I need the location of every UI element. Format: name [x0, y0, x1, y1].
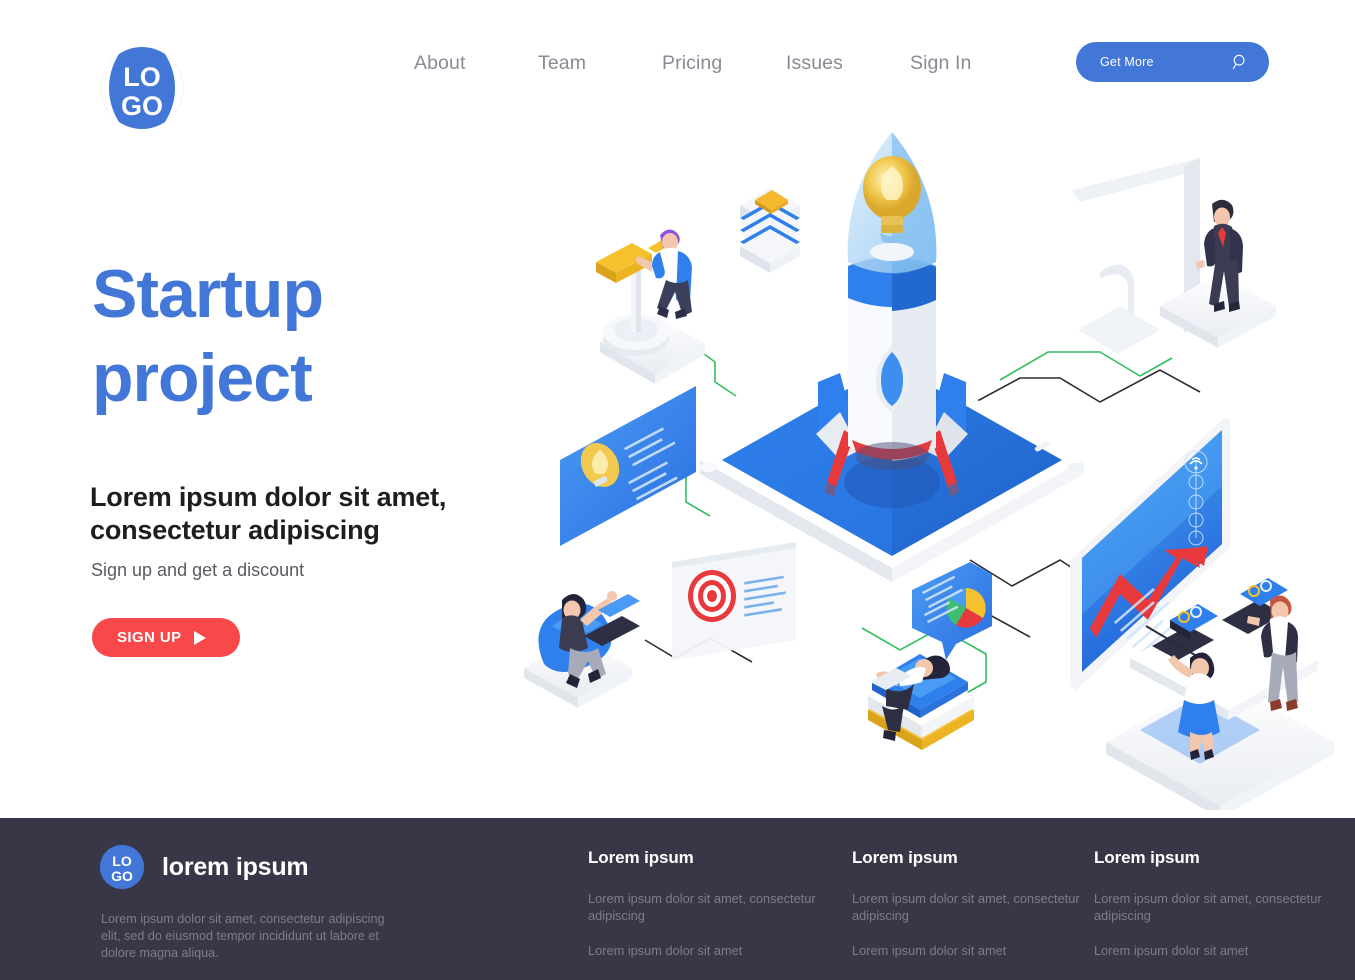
footer-column-2-title: Lorem ipsum	[852, 848, 958, 867]
rocket-with-lightbulb	[816, 132, 968, 508]
isometric-scene-svg	[524, 132, 1334, 810]
footer-brand-name: lorem ipsum	[162, 852, 309, 881]
stacked-layers-block	[740, 188, 800, 273]
hero-illustration	[500, 130, 1355, 810]
sign-up-button[interactable]: SIGN UP	[92, 618, 240, 657]
target-dartboard-card	[672, 542, 796, 660]
nav-item-sign-in[interactable]: Sign In	[910, 48, 1034, 79]
logo[interactable]: LO GO	[98, 44, 186, 132]
nav-item-issues[interactable]: Issues	[786, 48, 910, 79]
page-title-line2: project	[92, 340, 313, 416]
nav-item-pricing[interactable]: Pricing	[662, 48, 786, 79]
site-footer: LO GO lorem ipsum Lorem ipsum dolor sit …	[0, 818, 1355, 980]
footer-brand[interactable]: LO GO lorem ipsum	[100, 845, 309, 889]
footer-column-3-title: Lorem ipsum	[1094, 848, 1200, 867]
footer-column-1-link-1[interactable]: Lorem ipsum dolor sit amet, consectetur …	[588, 890, 838, 924]
get-more-button[interactable]: Get More	[1076, 42, 1269, 82]
footer-column-1: Lorem ipsum Lorem ipsum dolor sit amet, …	[588, 848, 838, 959]
lightbulb-info-card	[560, 386, 696, 546]
svg-text:LO: LO	[123, 62, 161, 92]
footer-column-3-link-2[interactable]: Lorem ipsum dolor sit amet	[1094, 942, 1344, 959]
logo-mark-icon: LO GO	[100, 47, 184, 129]
hero-note: Sign up and get a discount	[91, 560, 305, 580]
site-header: LO GO About Team Pricing Issues Sign In …	[0, 0, 1355, 150]
sign-up-label: SIGN UP	[117, 629, 182, 646]
footer-logo-line2: GO	[111, 868, 133, 884]
footer-column-3: Lorem ipsum Lorem ipsum dolor sit amet, …	[1094, 848, 1344, 959]
hero-subtitle-line1: Lorem ipsum dolor sit amet,	[90, 482, 447, 512]
hero-subtitle: Lorem ipsum dolor sit amet, consectetur …	[90, 481, 520, 547]
search-icon	[1232, 54, 1245, 70]
footer-column-2-link-2[interactable]: Lorem ipsum dolor sit amet	[852, 942, 1102, 959]
nav-item-about[interactable]: About	[414, 48, 538, 79]
get-more-label: Get More	[1100, 55, 1154, 69]
footer-column-2: Lorem ipsum Lorem ipsum dolor sit amet, …	[852, 848, 1102, 959]
person-in-beanbag-with-laptop	[524, 591, 640, 708]
footer-logo-line1: LO	[112, 853, 132, 869]
play-triangle-icon	[194, 630, 207, 645]
hero-subtitle-line2: consectetur adipiscing	[90, 515, 380, 545]
footer-logo-icon: LO GO	[100, 845, 144, 889]
nav-item-team[interactable]: Team	[538, 48, 662, 79]
footer-logo-mark: LO GO	[100, 845, 144, 889]
footer-column-1-link-2[interactable]: Lorem ipsum dolor sit amet	[588, 942, 838, 959]
landing-page: LO GO About Team Pricing Issues Sign In …	[0, 0, 1355, 980]
desktop-monitor-with-businessman	[1072, 158, 1276, 354]
person-reading-on-books	[868, 654, 974, 750]
pie-chart-speech-bubble	[912, 562, 992, 660]
footer-description: Lorem ipsum dolor sit amet, consectetur …	[101, 912, 385, 960]
footer-column-3-link-1[interactable]: Lorem ipsum dolor sit amet, consectetur …	[1094, 890, 1344, 924]
page-title: Startup project	[92, 252, 522, 420]
page-title-line1: Startup	[92, 256, 324, 332]
main-navigation: About Team Pricing Issues Sign In	[414, 48, 1034, 79]
footer-column-1-title: Lorem ipsum	[588, 848, 694, 867]
footer-column-2-link-1[interactable]: Lorem ipsum dolor sit amet, consectetur …	[852, 890, 1102, 924]
person-with-telescope	[596, 229, 705, 384]
svg-text:GO: GO	[121, 91, 163, 121]
